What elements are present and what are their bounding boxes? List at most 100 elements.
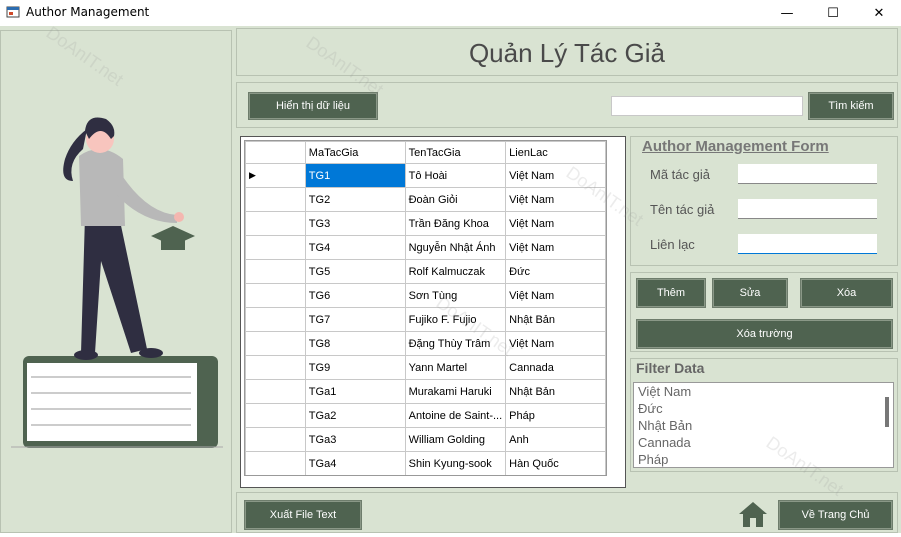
table-cell[interactable]: TG6 xyxy=(304,283,406,308)
search-input[interactable] xyxy=(611,96,803,116)
filter-item[interactable]: Đức xyxy=(634,400,893,417)
contact-label: Liên lạc xyxy=(650,237,695,252)
home-button[interactable]: Về Trang Chủ xyxy=(778,500,893,530)
edit-button[interactable]: Sửa xyxy=(712,278,788,308)
table-cell[interactable]: Yann Martel xyxy=(404,355,507,380)
add-button[interactable]: Thêm xyxy=(636,278,706,308)
table-row[interactable]: TGa4 Shin Kyung-sook Hàn Quốc xyxy=(245,451,606,475)
table-cell[interactable]: Sơn Tùng xyxy=(404,283,507,308)
table-cell[interactable]: William Golding xyxy=(404,427,507,452)
table-cell[interactable]: Anh xyxy=(505,427,606,452)
table-cell[interactable]: Murakami Haruki xyxy=(404,379,507,404)
table-cell[interactable]: Nguyễn Nhật Ánh xyxy=(404,235,507,260)
row-header[interactable] xyxy=(245,211,306,236)
row-header[interactable] xyxy=(245,379,306,404)
grid-header-row: MaTacGia TenTacGia LienLac xyxy=(245,141,606,164)
table-cell[interactable]: Việt Nam xyxy=(505,235,606,260)
table-cell[interactable]: Antoine de Saint-... xyxy=(404,403,507,428)
delete-button[interactable]: Xóa xyxy=(800,278,893,308)
row-header[interactable] xyxy=(245,427,306,452)
table-cell[interactable]: TGa4 xyxy=(304,451,406,475)
row-header[interactable] xyxy=(245,331,306,356)
row-header[interactable] xyxy=(245,235,306,260)
table-cell[interactable]: Fujiko F. Fujio xyxy=(404,307,507,332)
illustration-panel xyxy=(0,30,232,533)
column-header-matacgia[interactable]: MaTacGia xyxy=(304,141,406,164)
window-title: Author Management xyxy=(26,5,150,19)
clear-fields-button[interactable]: Xóa trường xyxy=(636,319,893,349)
row-header[interactable] xyxy=(245,187,306,212)
page-title: Quản Lý Tác Giả xyxy=(468,37,666,68)
table-cell[interactable]: TG3 xyxy=(304,211,406,236)
table-cell[interactable]: Đức xyxy=(505,259,606,284)
table-row[interactable]: TG6 Sơn Tùng Việt Nam xyxy=(245,283,606,308)
table-row[interactable]: TG3 Trần Đăng Khoa Việt Nam xyxy=(245,211,606,236)
table-cell[interactable]: TGa2 xyxy=(304,403,406,428)
table-cell[interactable]: Đặng Thùy Trâm xyxy=(404,331,507,356)
filter-item[interactable]: Cannada xyxy=(634,434,893,451)
close-button[interactable]: ✕ xyxy=(856,0,901,26)
table-cell[interactable]: Nhật Bản xyxy=(505,379,606,404)
table-cell[interactable]: TG7 xyxy=(304,307,406,332)
author-grid[interactable]: MaTacGia TenTacGia LienLac ▶ TG1 Tô Hoài Vi… xyxy=(244,140,607,476)
table-cell[interactable]: Đoàn Giỏi xyxy=(404,187,507,212)
table-row[interactable]: TGa3 William Golding Anh xyxy=(245,427,606,452)
table-row[interactable]: TGa2 Antoine de Saint-... Pháp xyxy=(245,403,606,428)
filter-scrollbar[interactable] xyxy=(885,397,889,427)
contact-field[interactable] xyxy=(738,234,877,254)
filter-item[interactable]: Pháp xyxy=(634,451,893,467)
table-cell[interactable]: Nhật Bản xyxy=(505,307,606,332)
export-text-button[interactable]: Xuất File Text xyxy=(244,500,362,530)
table-cell[interactable]: Hàn Quốc xyxy=(505,451,606,475)
table-row[interactable]: TG8 Đặng Thùy Trâm Việt Nam xyxy=(245,331,606,356)
row-header[interactable] xyxy=(245,403,306,428)
reading-woman-illustration xyxy=(11,117,223,448)
table-cell[interactable]: Shin Kyung-sook xyxy=(404,451,507,475)
row-header[interactable] xyxy=(245,283,306,308)
filter-item[interactable]: Việt Nam xyxy=(634,383,893,400)
row-header[interactable] xyxy=(245,307,306,332)
table-row[interactable]: TG2 Đoàn Giỏi Việt Nam xyxy=(245,187,606,212)
table-cell[interactable]: Cannada xyxy=(505,355,606,380)
table-cell[interactable]: Rolf Kalmuczak xyxy=(404,259,507,284)
table-row[interactable]: TG9 Yann Martel Cannada xyxy=(245,355,606,380)
table-cell[interactable]: TGa3 xyxy=(304,427,406,452)
table-cell[interactable]: Việt Nam xyxy=(505,187,606,212)
table-row[interactable]: TGa1 Murakami Haruki Nhật Bản xyxy=(245,379,606,404)
home-icon[interactable] xyxy=(738,500,768,528)
row-header[interactable]: ▶ xyxy=(245,163,306,188)
author-id-field[interactable] xyxy=(738,164,877,184)
table-cell[interactable]: TG8 xyxy=(304,331,406,356)
table-cell[interactable]: TG9 xyxy=(304,355,406,380)
filter-list[interactable]: Việt Nam Đức Nhật Bản Cannada Pháp xyxy=(633,382,894,468)
table-cell[interactable]: Pháp xyxy=(505,403,606,428)
table-cell[interactable]: Trần Đăng Khoa xyxy=(404,211,507,236)
filter-title: Filter Data xyxy=(636,360,705,376)
table-cell[interactable]: TGa1 xyxy=(304,379,406,404)
table-row[interactable]: TG4 Nguyễn Nhật Ánh Việt Nam xyxy=(245,235,606,260)
table-cell[interactable]: Việt Nam xyxy=(505,163,606,188)
table-cell[interactable]: Việt Nam xyxy=(505,331,606,356)
table-cell[interactable]: TG2 xyxy=(304,187,406,212)
row-header[interactable] xyxy=(245,451,306,475)
row-header[interactable] xyxy=(245,259,306,284)
column-header-lienlac[interactable]: LienLac xyxy=(505,141,606,164)
column-header-tentacgia[interactable]: TenTacGia xyxy=(404,141,507,164)
filter-item[interactable]: Nhật Bản xyxy=(634,417,893,434)
table-row[interactable]: ▶ TG1 Tô Hoài Việt Nam xyxy=(245,163,606,188)
table-cell[interactable]: TG5 xyxy=(304,259,406,284)
author-id-label: Mã tác giả xyxy=(650,167,710,182)
table-cell[interactable]: Tô Hoài xyxy=(404,163,507,188)
minimize-button[interactable]: — xyxy=(764,0,810,26)
table-cell[interactable]: Việt Nam xyxy=(505,211,606,236)
table-row[interactable]: TG7 Fujiko F. Fujio Nhật Bản xyxy=(245,307,606,332)
table-row[interactable]: TG5 Rolf Kalmuczak Đức xyxy=(245,259,606,284)
table-cell[interactable]: TG1 xyxy=(304,163,406,188)
author-name-field[interactable] xyxy=(738,199,877,219)
table-cell[interactable]: TG4 xyxy=(304,235,406,260)
row-header[interactable] xyxy=(245,355,306,380)
table-cell[interactable]: Việt Nam xyxy=(505,283,606,308)
search-button[interactable]: Tìm kiếm xyxy=(808,92,894,120)
maximize-button[interactable]: ☐ xyxy=(810,0,856,26)
show-data-button[interactable]: Hiển thị dữ liệu xyxy=(248,92,378,120)
